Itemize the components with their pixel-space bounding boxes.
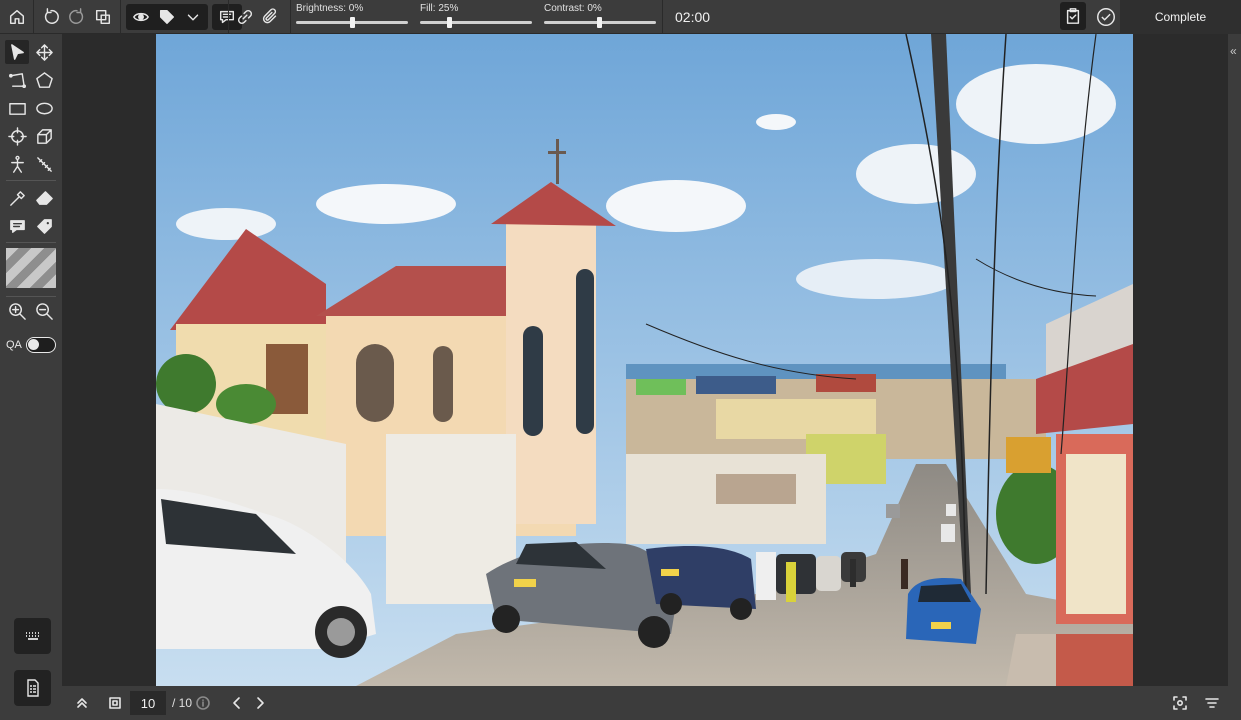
- chevron-right-icon: [257, 697, 264, 709]
- chevron-down-icon[interactable]: [182, 6, 204, 28]
- skeleton-tool[interactable]: [5, 152, 29, 176]
- eraser-tool[interactable]: [32, 186, 56, 210]
- info-icon: [196, 696, 210, 710]
- fill-track: [420, 21, 532, 24]
- tag-plus-icon: [36, 218, 52, 234]
- page-total: / 10: [172, 696, 193, 710]
- move-tool[interactable]: [32, 40, 56, 64]
- contrast-slider[interactable]: Contrast: 0%: [544, 0, 656, 34]
- undo-icon[interactable]: [40, 6, 62, 28]
- redo-icon[interactable]: [66, 6, 88, 28]
- tag-icon[interactable]: [156, 6, 178, 28]
- history-group: [40, 0, 114, 34]
- link-icon[interactable]: [234, 6, 256, 28]
- skeleton-icon: [10, 155, 24, 173]
- complete-button[interactable]: Complete: [1120, 0, 1241, 34]
- tag-tool[interactable]: [32, 214, 56, 238]
- keyboard-shortcuts-button[interactable]: [14, 618, 51, 654]
- point-tool[interactable]: [5, 124, 29, 148]
- ellipse-tool[interactable]: [32, 96, 56, 120]
- qa-toggle[interactable]: [26, 337, 56, 353]
- annotation-canvas[interactable]: [62, 34, 1228, 686]
- focus-frame-icon: [1173, 696, 1187, 710]
- expand-up-button[interactable]: [74, 686, 90, 720]
- ruler-tool[interactable]: [32, 152, 56, 176]
- polyline-tool[interactable]: [5, 68, 29, 92]
- document-list-icon: [26, 679, 39, 697]
- cursor-arrow-icon: [10, 43, 24, 60]
- polygon-icon: [35, 71, 53, 88]
- polygon-tool[interactable]: [32, 68, 56, 92]
- frame-selector-button[interactable]: [107, 686, 123, 720]
- eyedropper-icon: [9, 190, 25, 206]
- frames-grid-icon: [109, 697, 121, 709]
- copy-layers-icon[interactable]: [92, 6, 114, 28]
- cuboid-tool[interactable]: [32, 124, 56, 148]
- double-chevron-left-icon: «: [1230, 44, 1237, 58]
- eraser-icon: [35, 190, 53, 205]
- street-photo[interactable]: [156, 34, 1133, 686]
- home-group: [6, 0, 28, 34]
- right-panel-toggle[interactable]: «: [1228, 34, 1241, 686]
- top-toolbar: Brightness: 0% Fill: 25% Contrast: 0% 02…: [0, 0, 1241, 34]
- fill-thumb[interactable]: [447, 17, 452, 28]
- visibility-pill: [126, 4, 208, 30]
- fill-slider[interactable]: Fill: 25%: [420, 0, 532, 34]
- ellipse-icon: [35, 102, 53, 114]
- zoom-in-icon: [8, 302, 26, 320]
- view-group: [126, 0, 242, 34]
- zoom-out-icon: [35, 302, 53, 320]
- next-page-button[interactable]: [252, 686, 268, 720]
- home-icon[interactable]: [6, 6, 28, 28]
- zoom-in-tool[interactable]: [5, 299, 29, 323]
- brightness-label: Brightness: 0%: [296, 3, 364, 14]
- keyboard-icon: [25, 632, 39, 640]
- tools-sidebar: QA: [0, 34, 62, 720]
- brightness-thumb[interactable]: [350, 17, 355, 28]
- rectangle-tool[interactable]: [5, 96, 29, 120]
- contrast-label: Contrast: 0%: [544, 3, 602, 14]
- move-arrows-icon: [35, 43, 53, 61]
- attachment-icon[interactable]: [260, 6, 282, 28]
- task-checklist-button[interactable]: [1060, 2, 1086, 30]
- rectangle-icon: [8, 102, 26, 115]
- cuboid-icon: [36, 128, 52, 144]
- comment-icon: [9, 219, 25, 233]
- link-group: [234, 0, 282, 34]
- previous-page-button[interactable]: [229, 686, 245, 720]
- page-info-button[interactable]: [195, 686, 211, 720]
- timer: 02:00: [675, 9, 711, 25]
- double-chevron-up-icon: [77, 698, 87, 708]
- zoom-out-tool[interactable]: [32, 299, 56, 323]
- chevron-left-icon: [233, 697, 240, 709]
- task-info-button[interactable]: [14, 670, 51, 706]
- fill-label: Fill: 25%: [420, 3, 459, 14]
- page-number-input[interactable]: [130, 691, 166, 715]
- check-circle-icon: [1097, 8, 1115, 26]
- filter-button[interactable]: [1204, 686, 1220, 720]
- qa-label: QA: [6, 339, 22, 351]
- brightness-slider[interactable]: Brightness: 0%: [296, 0, 408, 34]
- eye-icon[interactable]: [130, 6, 152, 28]
- filter-lines-icon: [1205, 698, 1219, 708]
- clipboard-check-icon: [1062, 5, 1084, 27]
- ruler-icon: [36, 156, 52, 172]
- crosshair-icon: [7, 126, 27, 146]
- color-swatch[interactable]: [6, 248, 56, 288]
- comment-tool[interactable]: [5, 214, 29, 238]
- polyline-icon: [8, 72, 26, 88]
- bottom-toolbar: / 10: [62, 686, 1241, 720]
- street-scene-image: [156, 34, 1133, 686]
- complete-check-button[interactable]: [1094, 5, 1118, 29]
- fit-to-screen-button[interactable]: [1172, 686, 1188, 720]
- complete-area: Complete: [1058, 0, 1241, 34]
- eyedropper-tool[interactable]: [5, 186, 29, 210]
- select-tool[interactable]: [5, 40, 29, 64]
- contrast-thumb[interactable]: [597, 17, 602, 28]
